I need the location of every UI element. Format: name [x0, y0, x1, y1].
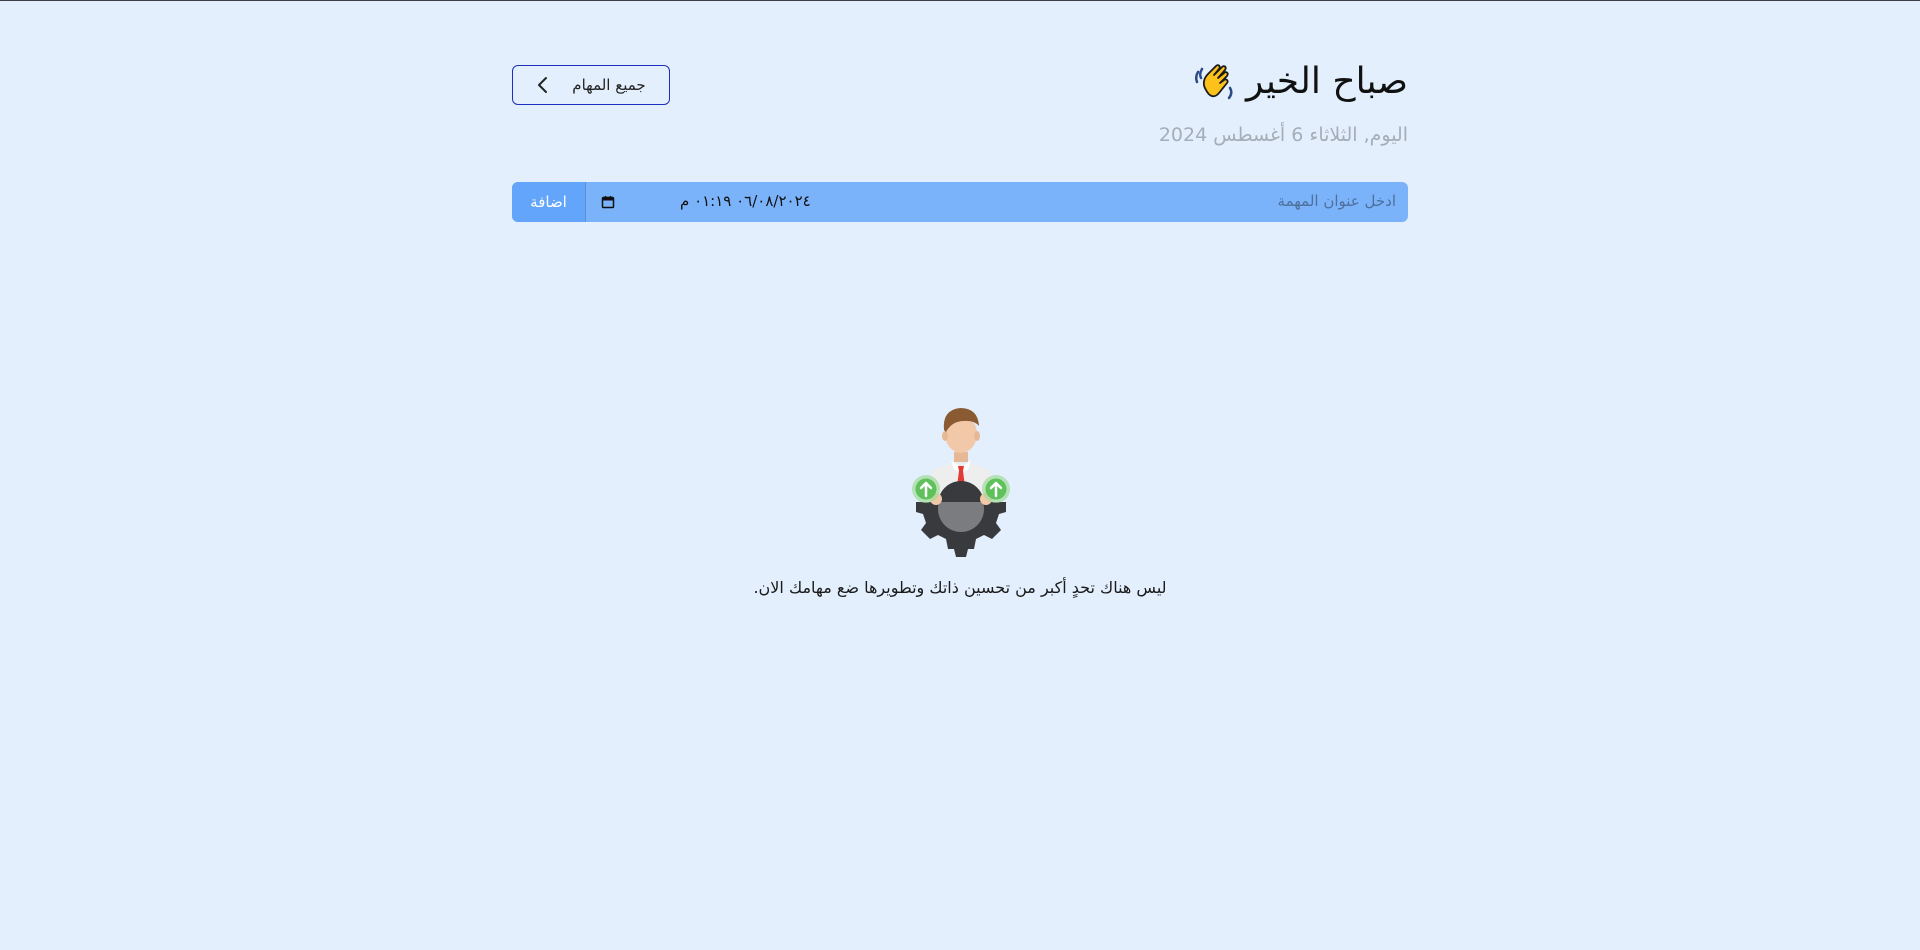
empty-state-message: ليس هناك تحدٍ أكبر من تحسين ذاتك وتطويره… — [753, 578, 1167, 597]
add-task-form: اضافة ٠٦/٠٨/٢٠٢٤ ‏٠١:١٩ م ادخل عنوان الم… — [512, 182, 1408, 222]
calendar-icon[interactable] — [601, 195, 615, 209]
all-tasks-label: جميع المهام — [572, 76, 646, 94]
current-date: اليوم, الثلاثاء 6 أغسطس 2024 — [1158, 124, 1408, 146]
greeting-heading: صباح الخير — [1192, 60, 1408, 104]
chevron-left-icon — [538, 77, 548, 93]
main-container: صباح الخير اليوم, الثلاثاء 6 أغسطس 2024 … — [512, 0, 1408, 950]
add-task-button[interactable]: اضافة — [512, 182, 586, 222]
all-tasks-button[interactable]: جميع المهام — [512, 65, 670, 105]
task-datetime-value: ٠٦/٠٨/٢٠٢٤ ‏٠١:١٩ م — [680, 192, 811, 210]
task-datetime-input[interactable]: ٠٦/٠٨/٢٠٢٤ ‏٠١:١٩ م — [586, 182, 811, 222]
task-title-input[interactable]: ادخل عنوان المهمة — [956, 192, 1396, 210]
waving-hand-icon — [1194, 64, 1233, 100]
person-gear-illustration — [912, 408, 1010, 557]
greeting-text: صباح الخير — [1245, 61, 1408, 102]
